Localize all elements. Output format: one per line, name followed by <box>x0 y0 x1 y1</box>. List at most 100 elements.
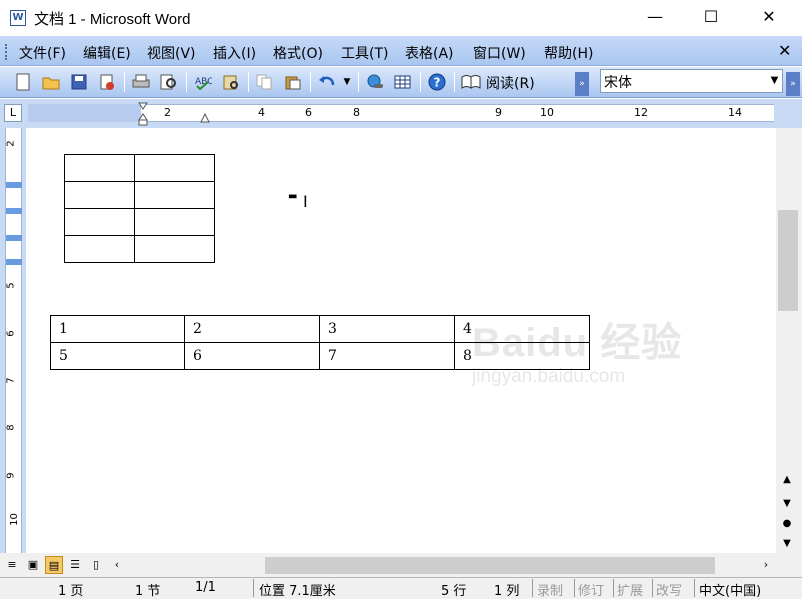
ruler-label: 7 <box>5 377 17 384</box>
word-app-icon[interactable]: W <box>10 10 26 26</box>
status-extend[interactable]: 扩展 <box>617 580 643 599</box>
ruler-label: 12 <box>634 106 648 119</box>
status-separator <box>574 579 575 597</box>
undo-dropdown-icon[interactable]: ▼ <box>340 71 354 93</box>
table-cell[interactable] <box>134 154 215 182</box>
table-cell[interactable] <box>64 208 135 236</box>
table-cell[interactable] <box>134 181 215 209</box>
toolbar-separator <box>248 72 249 92</box>
left-margin-area <box>28 104 141 122</box>
insert-table-icon[interactable] <box>392 71 414 93</box>
status-revision[interactable]: 修订 <box>578 580 604 599</box>
table-cell[interactable]: 6 <box>184 342 320 370</box>
read-mode-icon[interactable] <box>460 71 482 93</box>
table-row <box>64 181 215 209</box>
right-indent-marker-icon[interactable] <box>200 112 210 124</box>
previous-page-icon[interactable]: ▲ <box>780 474 794 485</box>
menu-file[interactable]: 文件(F) <box>19 43 66 63</box>
next-page-icon[interactable]: ▼ <box>780 538 794 549</box>
minimize-button[interactable]: — <box>632 0 678 36</box>
table-cell[interactable]: 4 <box>454 315 590 343</box>
table-row: 1 2 3 4 <box>50 315 590 343</box>
status-record[interactable]: 录制 <box>537 580 563 599</box>
table-small[interactable] <box>64 154 215 263</box>
menu-table[interactable]: 表格(A) <box>405 43 454 63</box>
table-cell[interactable] <box>64 235 135 263</box>
font-name-value: 宋体 <box>604 75 632 91</box>
copy-icon[interactable] <box>254 71 276 93</box>
menu-help[interactable]: 帮助(H) <box>544 43 593 63</box>
status-overtype[interactable]: 改写 <box>656 580 682 599</box>
ruler-row-marker[interactable] <box>6 259 22 265</box>
status-separator <box>694 579 695 597</box>
tab-stop-selector[interactable]: L <box>4 104 22 122</box>
indent-marker-icon[interactable] <box>138 102 148 126</box>
table-cell[interactable]: 1 <box>50 315 185 343</box>
status-page-of: 1/1 <box>195 580 216 595</box>
menu-insert[interactable]: 插入(I) <box>213 43 256 63</box>
ruler-label: 8 <box>353 106 360 119</box>
scroll-right-icon[interactable]: › <box>757 556 775 574</box>
table-cell[interactable]: 7 <box>319 342 455 370</box>
vertical-scroll-thumb[interactable] <box>778 210 798 311</box>
table-cell[interactable] <box>134 235 215 263</box>
spelling-check-icon[interactable]: ABC <box>192 71 214 93</box>
open-folder-icon[interactable] <box>40 71 62 93</box>
menu-grip-icon[interactable] <box>5 44 8 60</box>
ruler-row-marker[interactable] <box>6 235 22 241</box>
reading-layout-view-icon[interactable]: ▯ <box>87 556 105 574</box>
table-row <box>64 208 215 236</box>
horizontal-scroll-thumb[interactable] <box>265 557 715 574</box>
scroll-left-icon[interactable]: ‹ <box>108 556 126 574</box>
table-numbers[interactable]: 1 2 3 4 5 6 7 8 <box>50 315 590 370</box>
hyperlink-icon[interactable] <box>364 71 386 93</box>
close-button[interactable]: ✕ <box>746 0 792 36</box>
menu-format[interactable]: 格式(O) <box>273 43 323 63</box>
print-preview-icon[interactable] <box>158 71 180 93</box>
menu-window[interactable]: 窗口(W) <box>473 43 526 63</box>
table-cell[interactable]: 8 <box>454 342 590 370</box>
toolbar-separator <box>358 72 359 92</box>
table-cell[interactable] <box>64 181 135 209</box>
print-icon[interactable] <box>130 71 152 93</box>
text-cursor-icon: I <box>303 192 308 211</box>
scroll-down-icon[interactable]: ▼ <box>780 498 794 509</box>
print-layout-view-icon[interactable]: ▤ <box>45 556 63 574</box>
browse-object-icon[interactable]: ● <box>780 518 794 529</box>
table-cell[interactable]: 2 <box>184 315 320 343</box>
table-cell[interactable]: 3 <box>319 315 455 343</box>
permission-icon[interactable] <box>96 71 118 93</box>
ruler-label: 6 <box>5 330 17 337</box>
document-close-button[interactable]: ✕ <box>778 41 791 60</box>
menu-tools[interactable]: 工具(T) <box>341 43 388 63</box>
help-icon[interactable]: ? <box>426 71 448 93</box>
normal-view-icon[interactable]: ≡ <box>3 556 21 574</box>
toolbar-options-chevron-icon[interactable]: » <box>575 72 589 96</box>
save-icon[interactable] <box>68 71 90 93</box>
vertical-ruler[interactable] <box>5 128 22 553</box>
research-icon[interactable] <box>220 71 242 93</box>
ruler-row-marker[interactable] <box>6 208 22 214</box>
read-mode-button[interactable]: 阅读(R) <box>486 73 535 93</box>
paste-icon[interactable] <box>282 71 304 93</box>
table-cell[interactable]: 5 <box>50 342 185 370</box>
paragraph-mark-icon: ▬ <box>288 191 298 202</box>
ruler-label: 10 <box>8 513 20 526</box>
table-cell[interactable] <box>64 154 135 182</box>
ruler-row-marker[interactable] <box>6 182 22 188</box>
outline-view-icon[interactable]: ☰ <box>66 556 84 574</box>
vertical-scrollbar[interactable] <box>776 128 802 553</box>
format-toolbar-chevron-icon[interactable]: » <box>786 72 800 96</box>
ruler-label: 2 <box>164 106 171 119</box>
ruler-label: 8 <box>5 424 17 431</box>
menu-view[interactable]: 视图(V) <box>147 43 196 63</box>
table-row <box>64 235 215 263</box>
menu-edit[interactable]: 编辑(E) <box>83 43 131 63</box>
new-document-icon[interactable] <box>12 71 34 93</box>
status-column: 1 列 <box>494 584 520 599</box>
font-dropdown-arrow-icon[interactable]: ▼ <box>766 70 783 92</box>
web-view-icon[interactable]: ▣ <box>24 556 42 574</box>
undo-icon[interactable] <box>316 71 338 93</box>
table-cell[interactable] <box>134 208 215 236</box>
maximize-button[interactable]: ☐ <box>688 0 734 36</box>
